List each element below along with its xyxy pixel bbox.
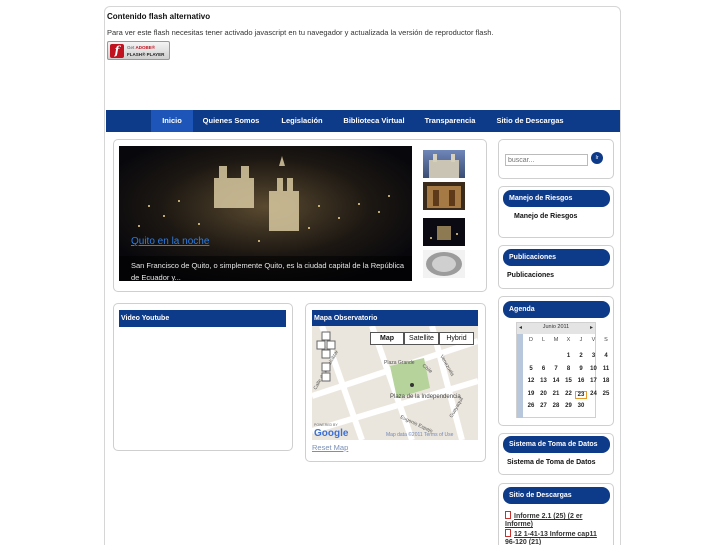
calendar-day[interactable]: 7 [550, 366, 562, 372]
slide-title-link[interactable]: Quito en la noche [131, 236, 209, 247]
calendar-weekday-label: M [553, 337, 559, 343]
calendar-day[interactable]: 13 [538, 378, 550, 384]
calendar-day[interactable]: 21 [550, 391, 562, 397]
google-logo: Google [314, 428, 349, 439]
riesgos-link[interactable]: Manejo de Riesgos [514, 213, 577, 220]
calendar-day[interactable]: 10 [588, 366, 600, 372]
calendar-weekday-label: S [604, 337, 608, 343]
pdf-icon [505, 529, 511, 537]
calendar-day[interactable]: 2 [575, 353, 587, 359]
slider-thumb-4[interactable] [423, 250, 465, 278]
map-attribution[interactable]: Map data ©2011 Terms of Use [386, 431, 454, 438]
toma-datos-link[interactable]: Sistema de Toma de Datos [507, 459, 596, 466]
slider-thumb-3[interactable] [423, 218, 465, 246]
slider-thumb-1[interactable] [423, 150, 465, 178]
download-item[interactable]: 12 1-41-13 Informe cap11 96-120 (21) [505, 529, 605, 545]
agenda-header: Agenda [503, 301, 610, 318]
calendar-day[interactable]: 29 [563, 403, 575, 409]
calendar-day[interactable]: 11 [600, 366, 612, 372]
reset-map-link[interactable]: Reset Map [312, 443, 348, 452]
calendar-day[interactable]: 28 [550, 403, 562, 409]
calendar-day[interactable]: 3 [588, 353, 600, 359]
calendar-day[interactable]: 20 [538, 391, 550, 397]
descargas-header: Sitio de Descargas [503, 487, 610, 504]
calendar-day[interactable]: 17 [588, 378, 600, 384]
calendar-today[interactable]: 23 [575, 390, 587, 399]
calendar-day[interactable]: 14 [550, 378, 562, 384]
get-flash-player-button[interactable]: f Get ADOBE® FLASH® PLAYER [107, 41, 170, 60]
map-label-plaza-independencia: Plaza de la Independencia [390, 394, 461, 400]
calendar-month: Junio 2011 [542, 324, 570, 330]
download-item[interactable]: Informe 2.1 (25) (2 er Informe) [505, 511, 605, 529]
slide-description: San Francisco de Quito, o simplemente Qu… [131, 261, 405, 282]
calendar-day[interactable]: 9 [575, 366, 587, 372]
agenda-calendar: ◂ Junio 2011 ▸ D L M X J V S 1 2 3 4 5 6 7 8 9 10 11 12 13 1… [516, 322, 609, 418]
calendar-day[interactable]: 6 [538, 366, 550, 372]
calendar-day[interactable]: 24 [588, 391, 600, 397]
pdf-icon [505, 511, 511, 519]
calendar-day[interactable]: 25 [600, 391, 612, 397]
calendar-day[interactable]: 15 [563, 378, 575, 384]
calendar-day[interactable]: 18 [600, 378, 612, 384]
calendar-weekday-label: J [579, 337, 583, 343]
calendar-day[interactable]: 1 [563, 353, 575, 359]
publicaciones-link[interactable]: Publicaciones [507, 272, 554, 279]
nav-transparencia[interactable]: Transparencia [419, 110, 481, 132]
calendar-day[interactable]: 27 [538, 403, 550, 409]
map-label-plaza-grande: Plaza Grande [384, 360, 415, 366]
calendar-day[interactable]: 8 [563, 366, 575, 372]
flash-badge-line1: Get ADOBE® [127, 45, 156, 50]
calendar-day[interactable]: 19 [525, 391, 537, 397]
calendar-day[interactable]: 16 [575, 378, 587, 384]
slider-thumb-2[interactable] [423, 182, 465, 210]
map-type-hybrid-button[interactable]: Hybrid [439, 332, 474, 345]
flash-fallback-message: Para ver este flash necesitas tener acti… [107, 28, 494, 37]
calendar-day[interactable]: 30 [575, 403, 587, 409]
calendar-day[interactable]: 5 [525, 366, 537, 372]
search-input[interactable] [505, 154, 588, 166]
calendar-week-column [517, 334, 523, 418]
calendar-weekday-label: L [541, 337, 546, 343]
nav-quienes-somos[interactable]: Quienes Somos [198, 110, 264, 132]
nav-inicio[interactable]: Inicio [151, 110, 193, 132]
nav-biblioteca-virtual[interactable]: Biblioteca Virtual [336, 110, 412, 132]
video-panel-header: Video Youtube [119, 310, 286, 327]
flash-logo-icon: f [110, 44, 124, 58]
map-type-map-button[interactable]: Map [370, 332, 404, 345]
map-type-satellite-button[interactable]: Satellite [404, 332, 439, 345]
calendar-weekday-label: D [529, 337, 533, 343]
map-panel-header: Mapa Observatorio [312, 310, 478, 327]
calendar-day[interactable]: 12 [525, 378, 537, 384]
nav-legislacion[interactable]: Legislación [274, 110, 330, 132]
calendar-day[interactable]: 26 [525, 403, 537, 409]
calendar-day[interactable]: 4 [600, 353, 612, 359]
calendar-weekday-label: X [566, 337, 571, 343]
main-navbar: Inicio Quienes Somos Legislación Bibliot… [106, 110, 620, 132]
publicaciones-header: Publicaciones [503, 249, 610, 266]
calendar-next-icon[interactable]: ▸ [590, 324, 593, 331]
flash-fallback-title: Contenido flash alternativo [107, 12, 211, 21]
flash-badge-line2: FLASH® PLAYER [127, 52, 165, 57]
calendar-weekday-label: V [591, 337, 596, 343]
nav-sitio-descargas[interactable]: Sitio de Descargas [491, 110, 569, 132]
search-button[interactable]: Ir [591, 152, 603, 164]
map-powered-by: POWERED BY [314, 423, 338, 427]
toma-datos-header: Sistema de Toma de Datos [503, 436, 610, 453]
riesgos-header: Manejo de Riesgos [503, 190, 610, 207]
calendar-day[interactable]: 22 [563, 391, 575, 397]
